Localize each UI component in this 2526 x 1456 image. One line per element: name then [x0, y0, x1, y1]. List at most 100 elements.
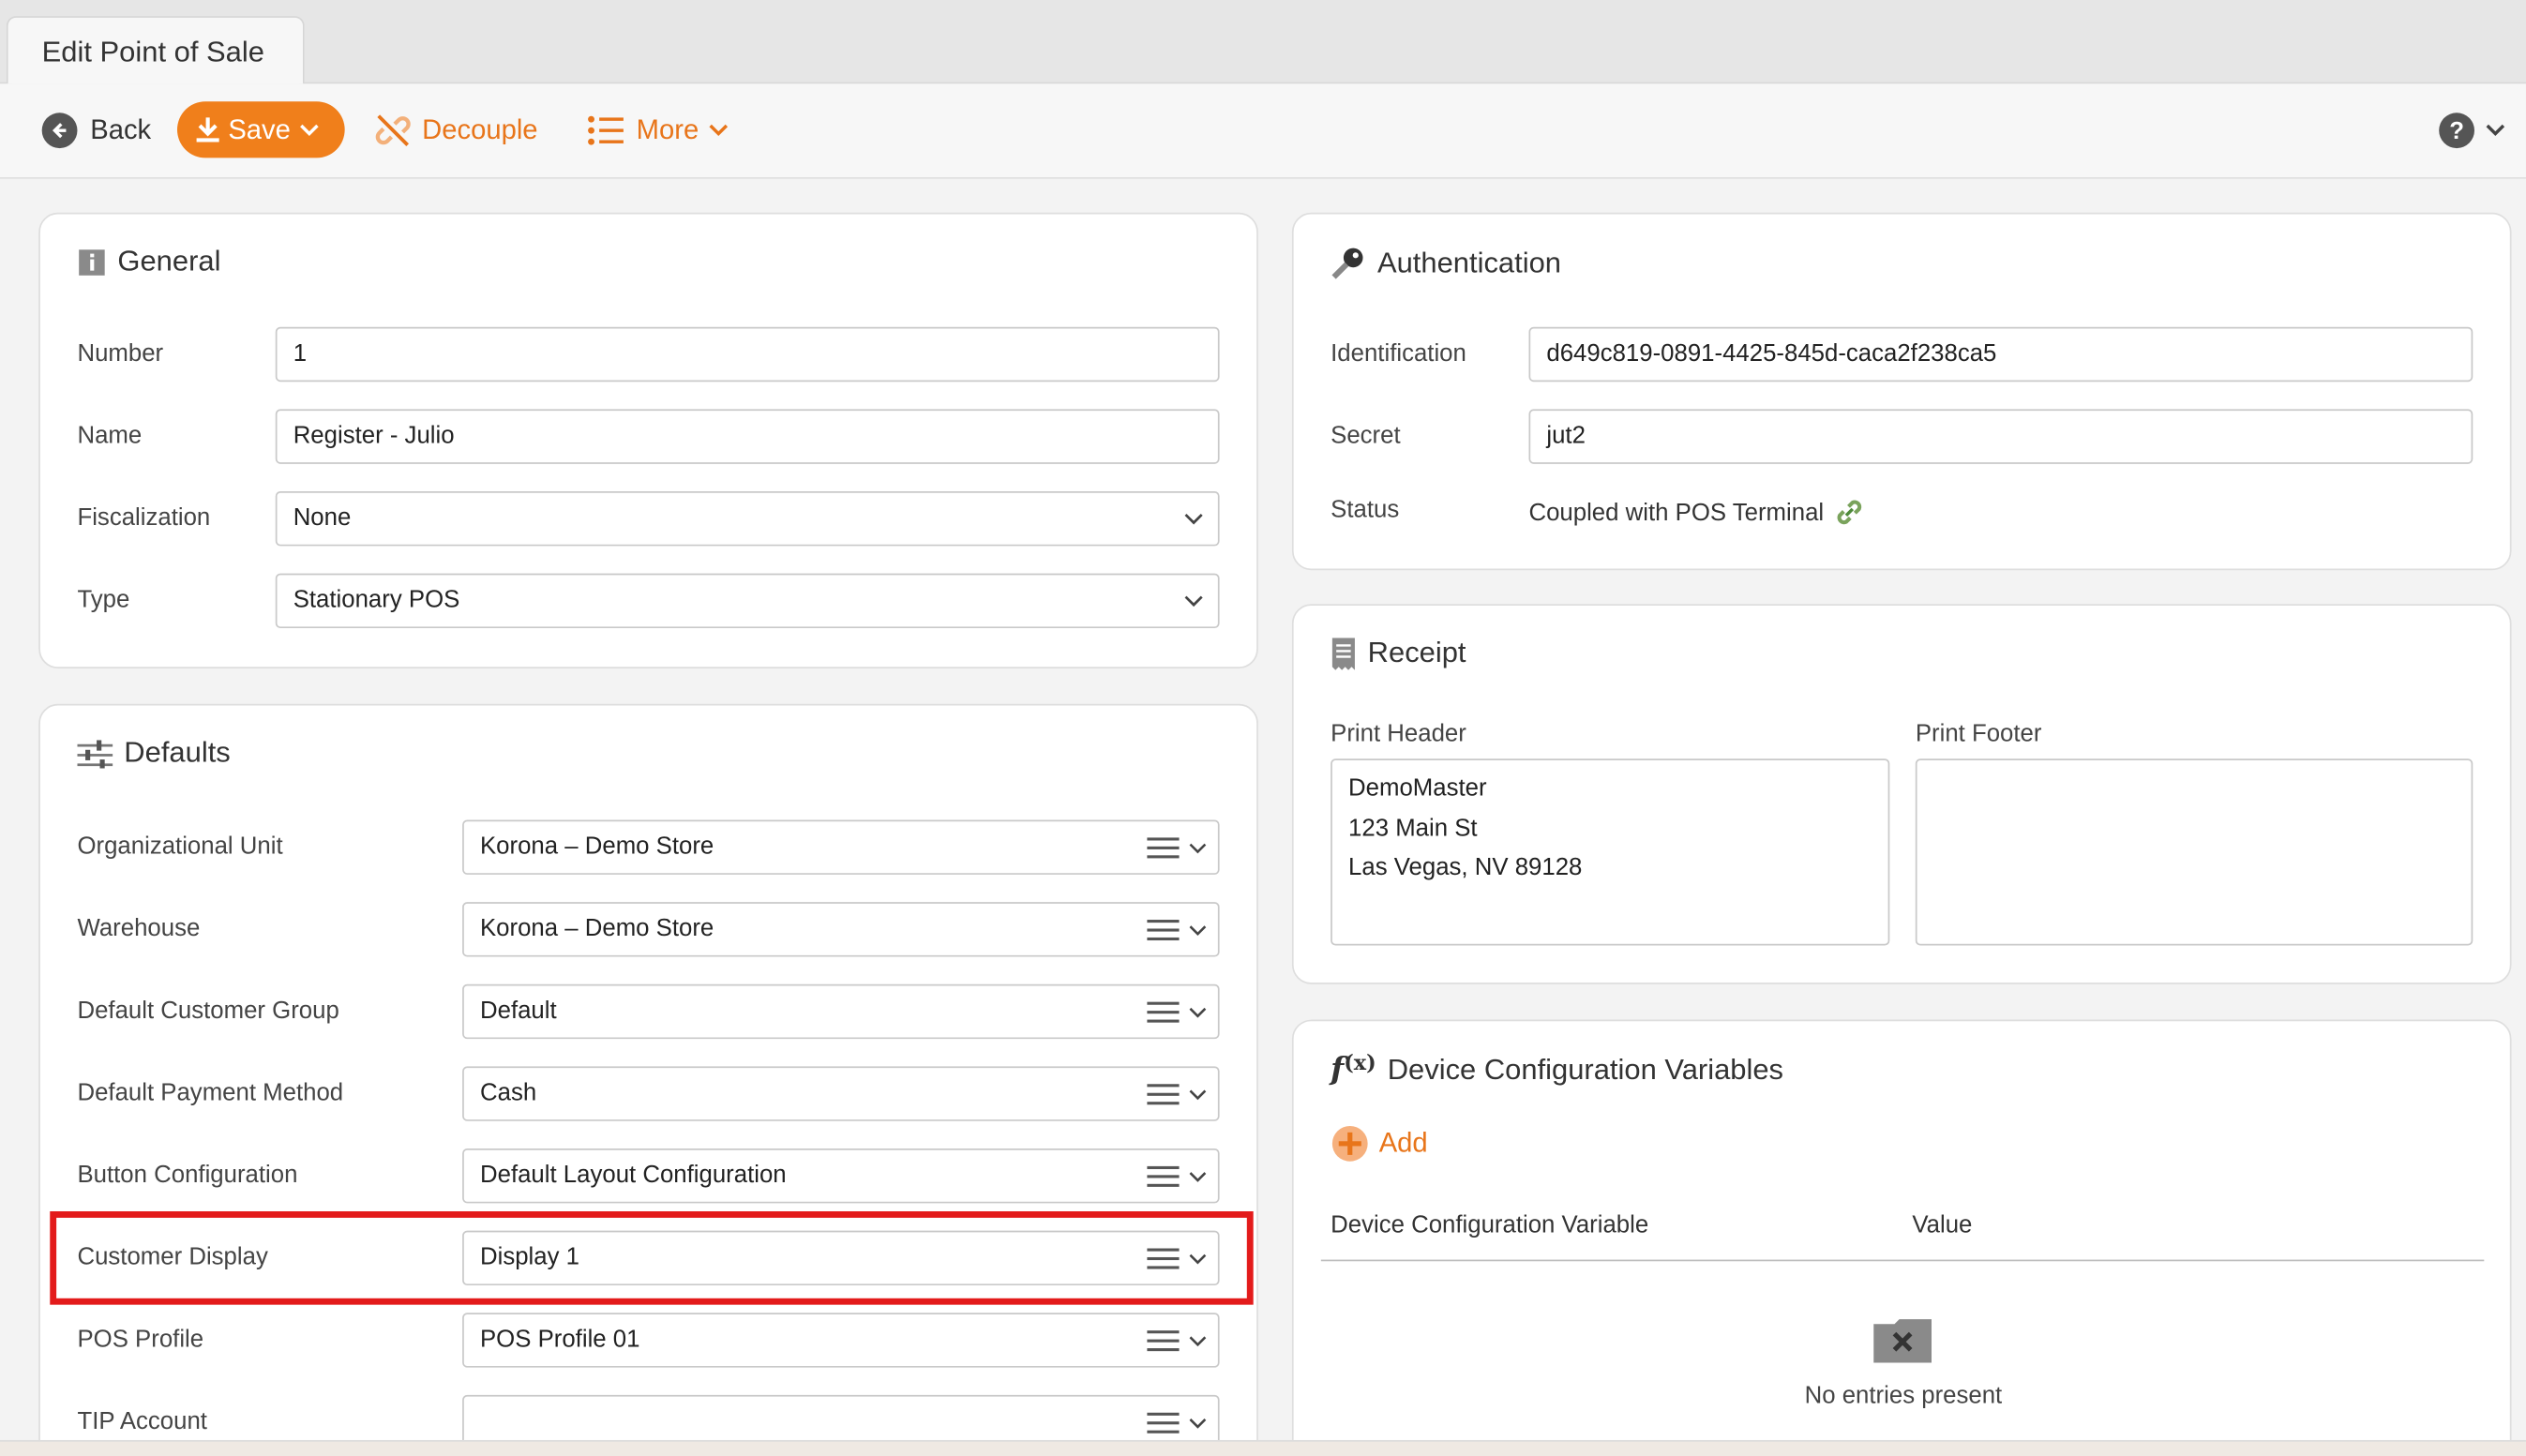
org-unit-label: Organizational Unit — [77, 833, 283, 861]
lookup-controls — [1147, 985, 1208, 1037]
warehouse-label: Warehouse — [77, 914, 201, 943]
chevron-down-icon[interactable] — [1187, 837, 1208, 858]
lookup-controls — [1147, 1314, 1208, 1366]
more-menu-button[interactable]: More — [586, 83, 730, 177]
list-icon[interactable] — [1147, 917, 1180, 942]
list-icon[interactable] — [1147, 1163, 1180, 1188]
authentication-title: Authentication — [1331, 245, 1561, 280]
chevron-down-icon[interactable] — [1187, 919, 1208, 939]
highlight-box — [50, 1211, 1254, 1305]
name-field[interactable]: Register - Julio — [275, 409, 1220, 464]
pos-profile-value: POS Profile 01 — [479, 1325, 640, 1354]
general-panel: General Number 1 Name Register - Julio F… — [38, 212, 1258, 669]
payment-method-value: Cash — [479, 1079, 537, 1107]
key-icon — [1331, 245, 1366, 280]
function-icon: f (x) — [1331, 1051, 1376, 1088]
column-header-value: Value — [1912, 1211, 1973, 1239]
column-header-variable: Device Configuration Variable — [1331, 1211, 1649, 1239]
receipt-title: Receipt — [1331, 637, 1466, 670]
toolbar: Back Save Decouple More ? — [0, 83, 2526, 179]
lookup-controls — [1147, 821, 1208, 873]
secret-label: Secret — [1331, 422, 1401, 450]
receipt-title-text: Receipt — [1367, 636, 1466, 669]
general-title: General — [77, 245, 220, 278]
list-icon[interactable] — [1147, 1328, 1180, 1353]
pos-profile-label: POS Profile — [77, 1325, 204, 1354]
add-variable-button[interactable]: Add — [1331, 1124, 1428, 1163]
sliders-icon — [77, 739, 113, 768]
device-config-title: f (x) Device Configuration Variables — [1331, 1052, 1783, 1088]
list-icon[interactable] — [1147, 1081, 1180, 1106]
type-value: Stationary POS — [293, 586, 460, 614]
status-label: Status — [1331, 496, 1400, 524]
identification-field[interactable]: d649c819-0891-4425-845d-caca2f238ca5 — [1528, 326, 2473, 383]
button-config-label: Button Configuration — [77, 1161, 298, 1189]
chevron-down-icon[interactable] — [1187, 1165, 1208, 1186]
org-unit-value: Korona – Demo Store — [479, 833, 714, 861]
link-icon — [1837, 500, 1862, 525]
decouple-button[interactable]: Decouple — [374, 83, 538, 177]
lookup-controls — [1147, 1150, 1208, 1202]
payment-method-label: Default Payment Method — [77, 1079, 344, 1107]
chevron-down-icon — [709, 124, 728, 137]
plus-circle-icon — [1331, 1125, 1368, 1162]
lookup-controls — [1147, 904, 1208, 955]
defaults-title: Defaults — [77, 736, 231, 770]
download-icon — [195, 116, 219, 142]
chevron-down-icon — [1182, 493, 1205, 545]
fiscalization-value: None — [293, 503, 352, 532]
more-label: More — [636, 113, 699, 145]
chevron-down-icon[interactable] — [1187, 1083, 1208, 1103]
print-footer-textarea[interactable] — [1915, 758, 2473, 946]
list-icon[interactable] — [1147, 1409, 1180, 1434]
customer-group-select[interactable]: Default — [462, 983, 1220, 1040]
button-config-select[interactable]: Default Layout Configuration — [462, 1148, 1220, 1204]
tab-edit-point-of-sale[interactable]: Edit Point of Sale — [6, 16, 305, 84]
chevron-down-icon[interactable] — [1187, 1329, 1208, 1350]
pos-profile-select[interactable]: POS Profile 01 — [462, 1313, 1220, 1368]
save-button[interactable]: Save — [176, 101, 345, 158]
warehouse-value: Korona – Demo Store — [479, 914, 714, 943]
fiscalization-label: Fiscalization — [77, 503, 211, 532]
empty-state-text: No entries present — [1804, 1382, 2003, 1410]
payment-method-select[interactable]: Cash — [462, 1066, 1220, 1121]
table-header-divider — [1320, 1259, 2485, 1262]
org-unit-select[interactable]: Korona – Demo Store — [462, 819, 1220, 875]
fiscalization-select[interactable]: None — [275, 491, 1220, 547]
receipt-panel: Receipt Print Header DemoMaster 123 Main… — [1291, 604, 2512, 984]
secret-field[interactable]: jut2 — [1528, 409, 2473, 464]
type-select[interactable]: Stationary POS — [275, 573, 1220, 629]
name-label: Name — [77, 422, 143, 450]
chevron-down-icon — [1182, 575, 1205, 626]
chevron-down-icon[interactable] — [1187, 1001, 1208, 1022]
bottom-strip — [0, 1439, 2526, 1456]
tab-bar: Edit Point of Sale — [0, 0, 2526, 84]
device-config-title-text: Device Configuration Variables — [1387, 1052, 1784, 1086]
print-header-textarea[interactable]: DemoMaster 123 Main St Las Vegas, NV 891… — [1331, 758, 1890, 946]
customer-group-label: Default Customer Group — [77, 997, 339, 1025]
number-label: Number — [77, 339, 164, 368]
general-title-text: General — [117, 245, 221, 278]
button-config-value: Default Layout Configuration — [479, 1161, 787, 1189]
defaults-title-text: Defaults — [124, 736, 231, 769]
list-icon[interactable] — [1147, 998, 1180, 1024]
device-config-panel: f (x) Device Configuration Variables Add … — [1291, 1019, 2512, 1456]
status-value: Coupled with POS Terminal — [1528, 498, 1825, 526]
chevron-down-icon[interactable] — [1187, 1412, 1208, 1433]
help-button[interactable]: ? — [2439, 83, 2506, 177]
lookup-controls — [1147, 1068, 1208, 1119]
help-icon: ? — [2439, 113, 2475, 149]
app-window: Edit Point of Sale Back Save Decouple Mo… — [0, 0, 2526, 1456]
type-label: Type — [77, 586, 130, 614]
arrow-left-icon — [41, 113, 78, 149]
customer-group-value: Default — [479, 997, 557, 1025]
number-field[interactable]: 1 — [275, 326, 1220, 383]
chevron-down-icon — [300, 123, 320, 136]
back-button[interactable]: Back — [41, 83, 151, 177]
warehouse-select[interactable]: Korona – Demo Store — [462, 902, 1220, 957]
broken-link-icon — [375, 114, 411, 146]
empty-folder-icon — [1873, 1317, 1932, 1371]
decouple-label: Decouple — [422, 113, 538, 145]
list-icon[interactable] — [1147, 834, 1180, 860]
authentication-panel: Authentication Identification d649c819-0… — [1291, 212, 2512, 571]
